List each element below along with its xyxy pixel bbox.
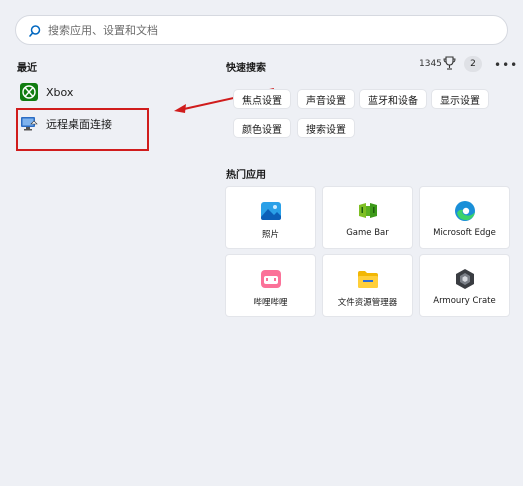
app-tile-label: 哔哩哔哩 — [253, 298, 288, 308]
chip-search-settings[interactable]: 搜索设置 — [297, 118, 355, 138]
quick-search-title: 快速搜索 — [226, 63, 266, 74]
app-tile-bilibili[interactable]: 哔哩哔哩 — [225, 254, 316, 317]
chip-bluetooth-devices[interactable]: 蓝牙和设备 — [359, 89, 427, 109]
app-tile-label: Microsoft Edge — [433, 228, 496, 238]
app-tile-label: Game Bar — [346, 228, 389, 238]
taskbar-strip — [0, 486, 523, 496]
app-tile-edge[interactable]: Microsoft Edge — [419, 186, 510, 249]
recent-title: 最近 — [17, 63, 37, 74]
file-explorer-icon — [357, 271, 378, 288]
edge-icon — [454, 201, 475, 221]
app-tile-label: Armoury Crate — [433, 296, 496, 306]
annotation-highlight-box — [16, 108, 149, 151]
chip-sound-settings[interactable]: 声音设置 — [297, 89, 355, 109]
app-tile-photos[interactable]: 照片 — [225, 186, 316, 249]
search-input[interactable] — [48, 16, 468, 44]
app-tile-game-bar[interactable]: Game Bar — [322, 186, 413, 249]
hot-apps-title: 热门应用 — [226, 170, 266, 181]
notification-badge[interactable]: 2 — [464, 56, 482, 72]
rewards-points: 1345 — [419, 59, 442, 69]
more-icon[interactable]: ••• — [494, 58, 518, 72]
xbox-icon — [20, 83, 38, 101]
search-box[interactable] — [15, 15, 508, 45]
app-tile-file-explorer[interactable]: 文件资源管理器 — [322, 254, 413, 317]
app-tile-label: 文件资源管理器 — [337, 298, 398, 308]
game-bar-icon — [358, 203, 377, 218]
app-tile-label: 照片 — [261, 230, 279, 240]
search-icon — [29, 25, 41, 37]
photos-icon — [260, 202, 281, 220]
bilibili-icon — [260, 270, 281, 288]
recent-item-label: Xbox — [46, 85, 74, 99]
rewards-trophy-icon[interactable] — [443, 56, 456, 71]
armoury-crate-icon — [455, 269, 474, 289]
app-tile-armoury-crate[interactable]: Armoury Crate — [419, 254, 510, 317]
chip-display-settings[interactable]: 显示设置 — [431, 89, 489, 109]
chip-focus-settings[interactable]: 焦点设置 — [233, 89, 291, 109]
chip-color-settings[interactable]: 颜色设置 — [233, 118, 291, 138]
